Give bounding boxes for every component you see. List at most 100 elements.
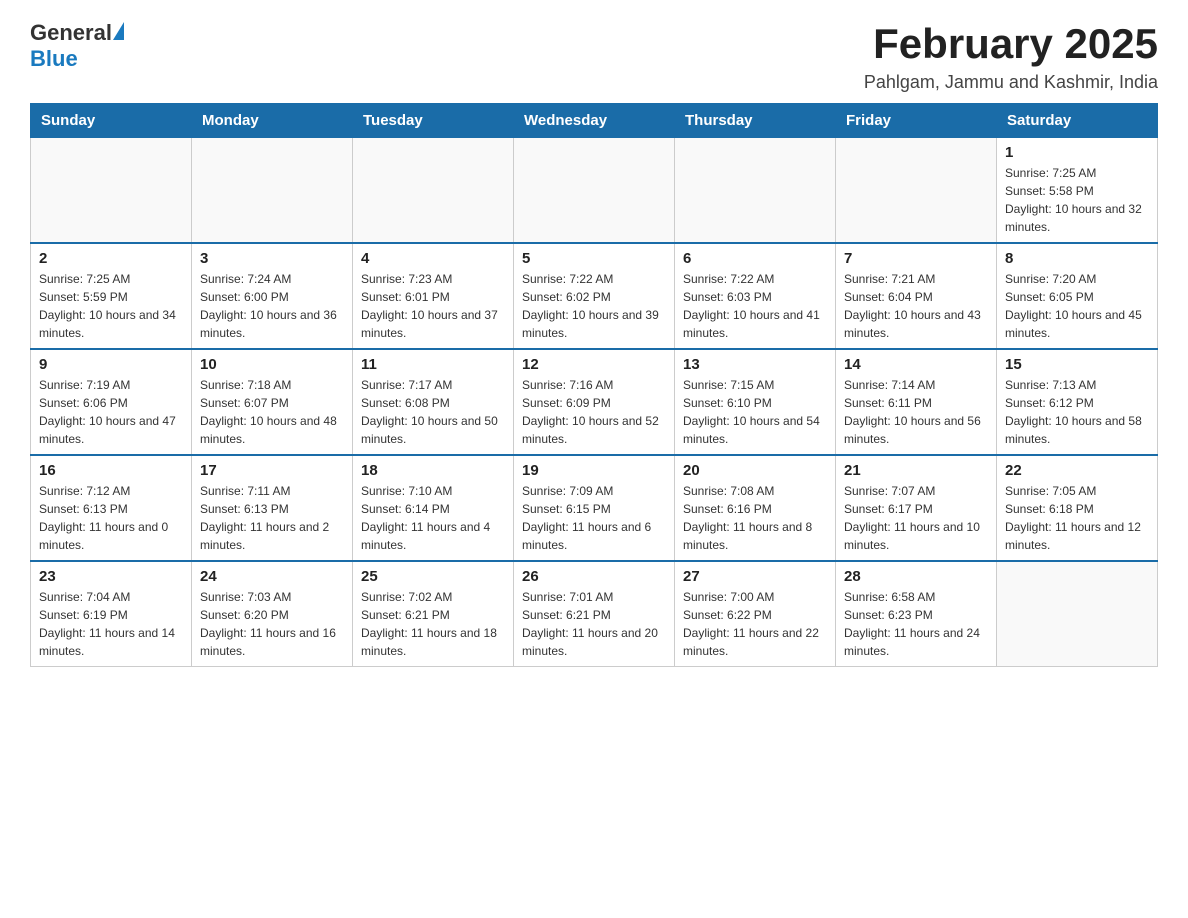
logo: General Blue [30, 20, 124, 72]
day-info: Sunrise: 7:09 AMSunset: 6:15 PMDaylight:… [522, 482, 666, 554]
day-number: 11 [361, 356, 505, 373]
day-info: Sunrise: 6:58 AMSunset: 6:23 PMDaylight:… [844, 588, 988, 660]
calendar-cell: 2Sunrise: 7:25 AMSunset: 5:59 PMDaylight… [31, 243, 192, 349]
day-info: Sunrise: 7:22 AMSunset: 6:02 PMDaylight:… [522, 270, 666, 342]
calendar-cell: 13 Sunrise: 7:15 AMSunset: 6:10 PMDayligh… [675, 349, 836, 455]
day-info: Sunrise: 7:04 AMSunset: 6:19 PMDaylight:… [39, 588, 183, 660]
calendar-cell: 19Sunrise: 7:09 AMSunset: 6:15 PMDayligh… [514, 455, 675, 561]
calendar-cell: 18 Sunrise: 7:10 AMSunset: 6:14 PMDayligh… [353, 455, 514, 561]
page-header: General Blue February 2025 Pahlgam, Jamm… [30, 20, 1158, 93]
calendar-week-row: 1 Sunrise: 7:25 AMSunset: 5:58 PMDaylight… [31, 138, 1158, 244]
day-number: 25 [361, 568, 505, 585]
calendar-cell [997, 561, 1158, 667]
day-number: 9 [39, 356, 183, 373]
day-info: Sunrise: 7:07 AMSunset: 6:17 PMDaylight:… [844, 482, 988, 554]
day-info: Sunrise: 7:14 AMSunset: 6:11 PMDaylight:… [844, 376, 988, 448]
calendar-cell: 20Sunrise: 7:08 AMSunset: 6:16 PMDayligh… [675, 455, 836, 561]
calendar-table: SundayMondayTuesdayWednesdayThursdayFrid… [30, 103, 1158, 667]
calendar-cell: 24 Sunrise: 7:03 AMSunset: 6:20 PMDayligh… [192, 561, 353, 667]
calendar-cell: 4 Sunrise: 7:23 AMSunset: 6:01 PMDaylight… [353, 243, 514, 349]
column-header-saturday: Saturday [997, 104, 1158, 138]
day-number: 17 [200, 462, 344, 479]
column-header-wednesday: Wednesday [514, 104, 675, 138]
day-info: Sunrise: 7:23 AMSunset: 6:01 PMDaylight:… [361, 270, 505, 342]
calendar-cell [514, 138, 675, 244]
day-number: 7 [844, 250, 988, 267]
day-number: 21 [844, 462, 988, 479]
day-number: 12 [522, 356, 666, 373]
day-number: 5 [522, 250, 666, 267]
calendar-cell: 6 Sunrise: 7:22 AMSunset: 6:03 PMDaylight… [675, 243, 836, 349]
calendar-week-row: 23 Sunrise: 7:04 AMSunset: 6:19 PMDayligh… [31, 561, 1158, 667]
calendar-cell: 11 Sunrise: 7:17 AMSunset: 6:08 PMDayligh… [353, 349, 514, 455]
calendar-cell [192, 138, 353, 244]
day-info: Sunrise: 7:11 AMSunset: 6:13 PMDaylight:… [200, 482, 344, 554]
day-number: 1 [1005, 144, 1149, 161]
day-info: Sunrise: 7:10 AMSunset: 6:14 PMDaylight:… [361, 482, 505, 554]
day-info: Sunrise: 7:00 AMSunset: 6:22 PMDaylight:… [683, 588, 827, 660]
day-info: Sunrise: 7:20 AMSunset: 6:05 PMDaylight:… [1005, 270, 1149, 342]
calendar-header-row: SundayMondayTuesdayWednesdayThursdayFrid… [31, 104, 1158, 138]
column-header-friday: Friday [836, 104, 997, 138]
day-number: 26 [522, 568, 666, 585]
calendar-week-row: 2Sunrise: 7:25 AMSunset: 5:59 PMDaylight… [31, 243, 1158, 349]
day-info: Sunrise: 7:18 AMSunset: 6:07 PMDaylight:… [200, 376, 344, 448]
calendar-cell: 8 Sunrise: 7:20 AMSunset: 6:05 PMDaylight… [997, 243, 1158, 349]
calendar-cell: 28 Sunrise: 6:58 AMSunset: 6:23 PMDayligh… [836, 561, 997, 667]
calendar-cell [31, 138, 192, 244]
day-info: Sunrise: 7:16 AMSunset: 6:09 PMDaylight:… [522, 376, 666, 448]
day-number: 8 [1005, 250, 1149, 267]
calendar-cell [675, 138, 836, 244]
day-number: 14 [844, 356, 988, 373]
day-info: Sunrise: 7:03 AMSunset: 6:20 PMDaylight:… [200, 588, 344, 660]
day-number: 3 [200, 250, 344, 267]
calendar-cell: 3 Sunrise: 7:24 AMSunset: 6:00 PMDaylight… [192, 243, 353, 349]
calendar-cell: 1 Sunrise: 7:25 AMSunset: 5:58 PMDaylight… [997, 138, 1158, 244]
calendar-cell: 16 Sunrise: 7:12 AMSunset: 6:13 PMDayligh… [31, 455, 192, 561]
day-number: 15 [1005, 356, 1149, 373]
day-number: 6 [683, 250, 827, 267]
day-number: 23 [39, 568, 183, 585]
day-number: 28 [844, 568, 988, 585]
day-number: 24 [200, 568, 344, 585]
calendar-cell: 14 Sunrise: 7:14 AMSunset: 6:11 PMDayligh… [836, 349, 997, 455]
day-number: 4 [361, 250, 505, 267]
calendar-cell: 12 Sunrise: 7:16 AMSunset: 6:09 PMDayligh… [514, 349, 675, 455]
day-info: Sunrise: 7:22 AMSunset: 6:03 PMDaylight:… [683, 270, 827, 342]
calendar-cell: 21 Sunrise: 7:07 AMSunset: 6:17 PMDayligh… [836, 455, 997, 561]
day-info: Sunrise: 7:12 AMSunset: 6:13 PMDaylight:… [39, 482, 183, 554]
day-number: 22 [1005, 462, 1149, 479]
column-header-sunday: Sunday [31, 104, 192, 138]
calendar-cell: 22 Sunrise: 7:05 AMSunset: 6:18 PMDayligh… [997, 455, 1158, 561]
logo-blue-text: Blue [30, 46, 78, 71]
day-info: Sunrise: 7:05 AMSunset: 6:18 PMDaylight:… [1005, 482, 1149, 554]
day-info: Sunrise: 7:24 AMSunset: 6:00 PMDaylight:… [200, 270, 344, 342]
column-header-monday: Monday [192, 104, 353, 138]
day-number: 16 [39, 462, 183, 479]
calendar-cell: 5 Sunrise: 7:22 AMSunset: 6:02 PMDaylight… [514, 243, 675, 349]
day-info: Sunrise: 7:17 AMSunset: 6:08 PMDaylight:… [361, 376, 505, 448]
calendar-cell [836, 138, 997, 244]
day-info: Sunrise: 7:13 AMSunset: 6:12 PMDaylight:… [1005, 376, 1149, 448]
calendar-cell: 9 Sunrise: 7:19 AMSunset: 6:06 PMDaylight… [31, 349, 192, 455]
calendar-week-row: 16 Sunrise: 7:12 AMSunset: 6:13 PMDayligh… [31, 455, 1158, 561]
column-header-thursday: Thursday [675, 104, 836, 138]
calendar-week-row: 9 Sunrise: 7:19 AMSunset: 6:06 PMDaylight… [31, 349, 1158, 455]
day-info: Sunrise: 7:25 AMSunset: 5:58 PMDaylight:… [1005, 164, 1149, 236]
day-number: 13 [683, 356, 827, 373]
calendar-cell: 15 Sunrise: 7:13 AMSunset: 6:12 PMDayligh… [997, 349, 1158, 455]
column-header-tuesday: Tuesday [353, 104, 514, 138]
calendar-cell: 25Sunrise: 7:02 AMSunset: 6:21 PMDayligh… [353, 561, 514, 667]
day-info: Sunrise: 7:19 AMSunset: 6:06 PMDaylight:… [39, 376, 183, 448]
day-number: 18 [361, 462, 505, 479]
calendar-cell: 26 Sunrise: 7:01 AMSunset: 6:21 PMDayligh… [514, 561, 675, 667]
day-info: Sunrise: 7:15 AMSunset: 6:10 PMDaylight:… [683, 376, 827, 448]
calendar-subtitle: Pahlgam, Jammu and Kashmir, India [864, 72, 1158, 93]
calendar-cell: 23 Sunrise: 7:04 AMSunset: 6:19 PMDayligh… [31, 561, 192, 667]
day-number: 27 [683, 568, 827, 585]
calendar-cell: 10Sunrise: 7:18 AMSunset: 6:07 PMDayligh… [192, 349, 353, 455]
calendar-cell: 27 Sunrise: 7:00 AMSunset: 6:22 PMDayligh… [675, 561, 836, 667]
day-info: Sunrise: 7:01 AMSunset: 6:21 PMDaylight:… [522, 588, 666, 660]
calendar-cell: 17 Sunrise: 7:11 AMSunset: 6:13 PMDayligh… [192, 455, 353, 561]
calendar-title: February 2025 [864, 20, 1158, 68]
